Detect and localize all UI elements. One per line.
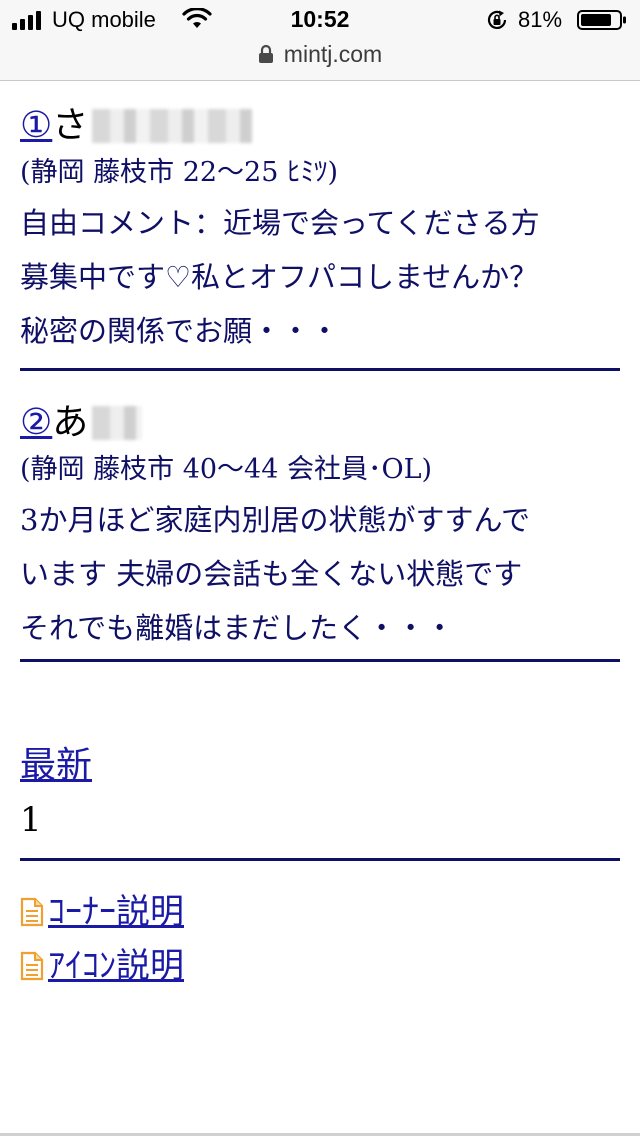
page-content: ① さ (静岡 藤枝市 22〜25 ﾋﾐﾂ) 自由コメント：近場で会ってくださる… <box>20 92 620 993</box>
post-body: 3か月ほど家庭内別居の状態がすすんで います 夫婦の会話も全くない状態です それ… <box>20 493 620 655</box>
battery-percent: 81% <box>518 7 563 32</box>
blurred-name <box>92 109 253 143</box>
post-meta: (静岡 藤枝市 22〜25 ﾋﾐﾂ) <box>20 157 339 188</box>
divider <box>20 858 620 861</box>
url-bar[interactable]: mintj.com <box>0 40 640 81</box>
info-links: ｺｰﾅｰ説明 ｱｲｺﾝ説明 <box>20 885 620 993</box>
url-domain[interactable]: mintj.com <box>284 41 382 68</box>
corner-info-link-row[interactable]: ｺｰﾅｰ説明 <box>20 885 620 939</box>
divider <box>20 659 620 662</box>
post-number-link[interactable]: ② <box>20 397 52 449</box>
post-body: 自由コメント：近場で会ってくださる方 募集中です♡私とオフパコしませんか？ 秘密… <box>20 196 620 358</box>
blurred-name <box>92 406 143 440</box>
post-item: ① さ (静岡 藤枝市 22〜25 ﾋﾐﾂ) 自由コメント：近場で会ってくださる… <box>20 92 620 358</box>
lock-icon <box>258 44 273 63</box>
rotation-lock-icon <box>487 10 507 29</box>
post-item: ② あ (静岡 藤枝市 40〜44 会社員･OL) 3か月ほど家庭内別居の状態が… <box>20 371 620 655</box>
post-body-line: 募集中です♡私とオフパコしませんか？ <box>20 260 539 294</box>
latest-link[interactable]: 最新 <box>20 740 92 792</box>
icon-info-link-row[interactable]: ｱｲｺﾝ説明 <box>20 939 620 993</box>
post-body-line: います 夫婦の会話も全くない状態です <box>20 557 523 591</box>
post-meta: (静岡 藤枝市 40〜44 会社員･OL) <box>20 454 433 485</box>
battery-icon <box>577 10 626 30</box>
post-title: ① さ <box>20 100 620 152</box>
post-number-link[interactable]: ① <box>20 100 52 152</box>
post-name: あ <box>52 402 89 443</box>
document-icon <box>20 897 44 927</box>
post-body-line: それでも離婚はまだしたく・・・ <box>20 611 455 645</box>
corner-info-link[interactable]: ｺｰﾅｰ説明 <box>48 892 184 932</box>
post-body-line: 3か月ほど家庭内別居の状態がすすんで <box>20 503 531 537</box>
document-icon <box>20 951 44 981</box>
status-bar: UQ mobile 10:52 81% <box>0 0 640 40</box>
pagination: 最新 1 <box>20 740 620 848</box>
post-body-line: 秘密の関係でお願・・・ <box>20 314 340 348</box>
current-page-number: 1 <box>20 800 42 840</box>
post-name: さ <box>52 105 89 146</box>
post-title: ② あ <box>20 397 620 449</box>
post-body-line: 自由コメント：近場で会ってくださる方 <box>20 206 540 240</box>
icon-info-link[interactable]: ｱｲｺﾝ説明 <box>48 946 184 986</box>
